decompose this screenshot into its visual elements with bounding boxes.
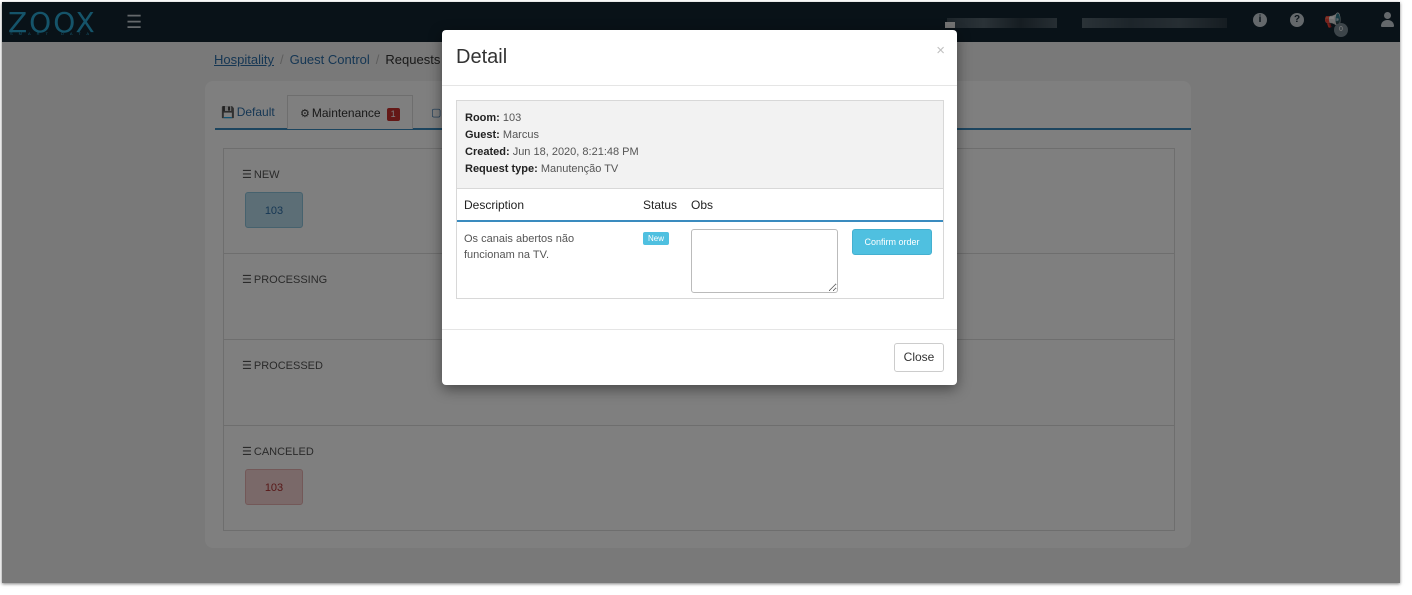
modal-footer-divider [442,329,957,330]
obs-textarea[interactable] [691,229,838,293]
column-header-obs: Obs [691,198,714,212]
confirm-order-button[interactable]: Confirm order [852,229,932,255]
column-header-description: Description [464,198,525,212]
modal-title: Detail [456,46,508,68]
room-info: Room: 103 [465,112,522,124]
column-header-status: Status [643,198,678,212]
close-button[interactable]: Close [894,343,944,372]
status-badge: New [643,232,670,245]
request-info: Room: 103 Guest: Marcus Created: Jun 18,… [457,101,943,189]
request-detail-box: Room: 103 Guest: Marcus Created: Jun 18,… [456,100,944,299]
close-icon[interactable]: × [936,42,945,59]
request-type-info: Request type: Manutenção TV [465,163,619,175]
app-window: ZOOX SMART DATA ☰ i ? 📢 0 Hospitality/Gu… [2,2,1400,583]
detail-modal: Detail × Room: 103 Guest: Marcus Created… [442,30,957,385]
created-info: Created: Jun 18, 2020, 8:21:48 PM [465,146,639,158]
guest-info: Guest: Marcus [465,129,539,141]
request-description: Os canais abertos não funcionam na TV. [464,233,575,261]
modal-header: Detail × [442,30,957,86]
table-header-divider [457,220,943,222]
